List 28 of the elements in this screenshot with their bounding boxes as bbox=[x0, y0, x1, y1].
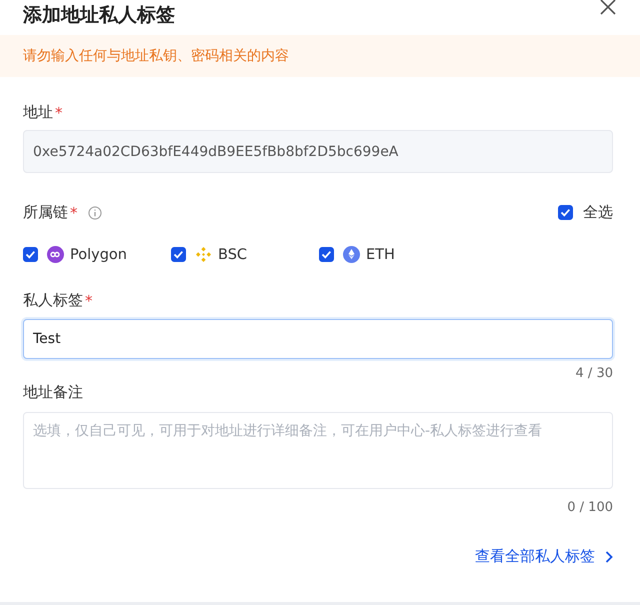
field-label: 地址备注 bbox=[23, 383, 83, 402]
field-label: 所属链 bbox=[23, 203, 68, 222]
info-icon bbox=[88, 206, 102, 220]
note-text-field[interactable]: 选填，仅自己可见，可用于对地址进行详细备注，可在用户中心-私人标签进行查看 bbox=[23, 412, 613, 489]
dialog-title: 添加地址私人标签 bbox=[23, 3, 175, 28]
checkbox[interactable] bbox=[171, 247, 186, 262]
chain-label[interactable]: Polygon bbox=[70, 246, 127, 262]
field-label: 地址 bbox=[23, 103, 53, 122]
select-all-label[interactable]: 全选 bbox=[583, 203, 613, 222]
required-mark: * bbox=[70, 204, 78, 222]
chevron-right-icon[interactable] bbox=[605, 550, 613, 562]
required-mark: * bbox=[85, 292, 92, 310]
chain-label[interactable]: BSC bbox=[218, 246, 248, 262]
checkbox[interactable] bbox=[23, 247, 38, 262]
ethereum-icon bbox=[343, 246, 360, 263]
warning-banner: 请勿输入任何与地址私钥、密码相关的内容 bbox=[0, 35, 640, 77]
checkbox[interactable] bbox=[558, 205, 573, 220]
tag-input-field[interactable]: Test bbox=[23, 319, 613, 359]
address-field[interactable]: 0xe5724a02CD63bfE449dB9EE5fBb8bf2D5bc699eA bbox=[23, 130, 613, 173]
polygon-icon bbox=[47, 246, 64, 263]
chain-label[interactable]: ETH bbox=[366, 246, 395, 262]
field-label: 私人标签 bbox=[23, 291, 83, 310]
checkbox[interactable] bbox=[319, 247, 334, 262]
character-counter: 0 / 100 bbox=[567, 500, 613, 515]
diamond-icon bbox=[195, 246, 212, 263]
required-mark: * bbox=[55, 104, 62, 122]
character-counter: 4 / 30 bbox=[576, 366, 613, 381]
view-all-tags-link[interactable]: 查看全部私人标签 bbox=[475, 547, 595, 566]
